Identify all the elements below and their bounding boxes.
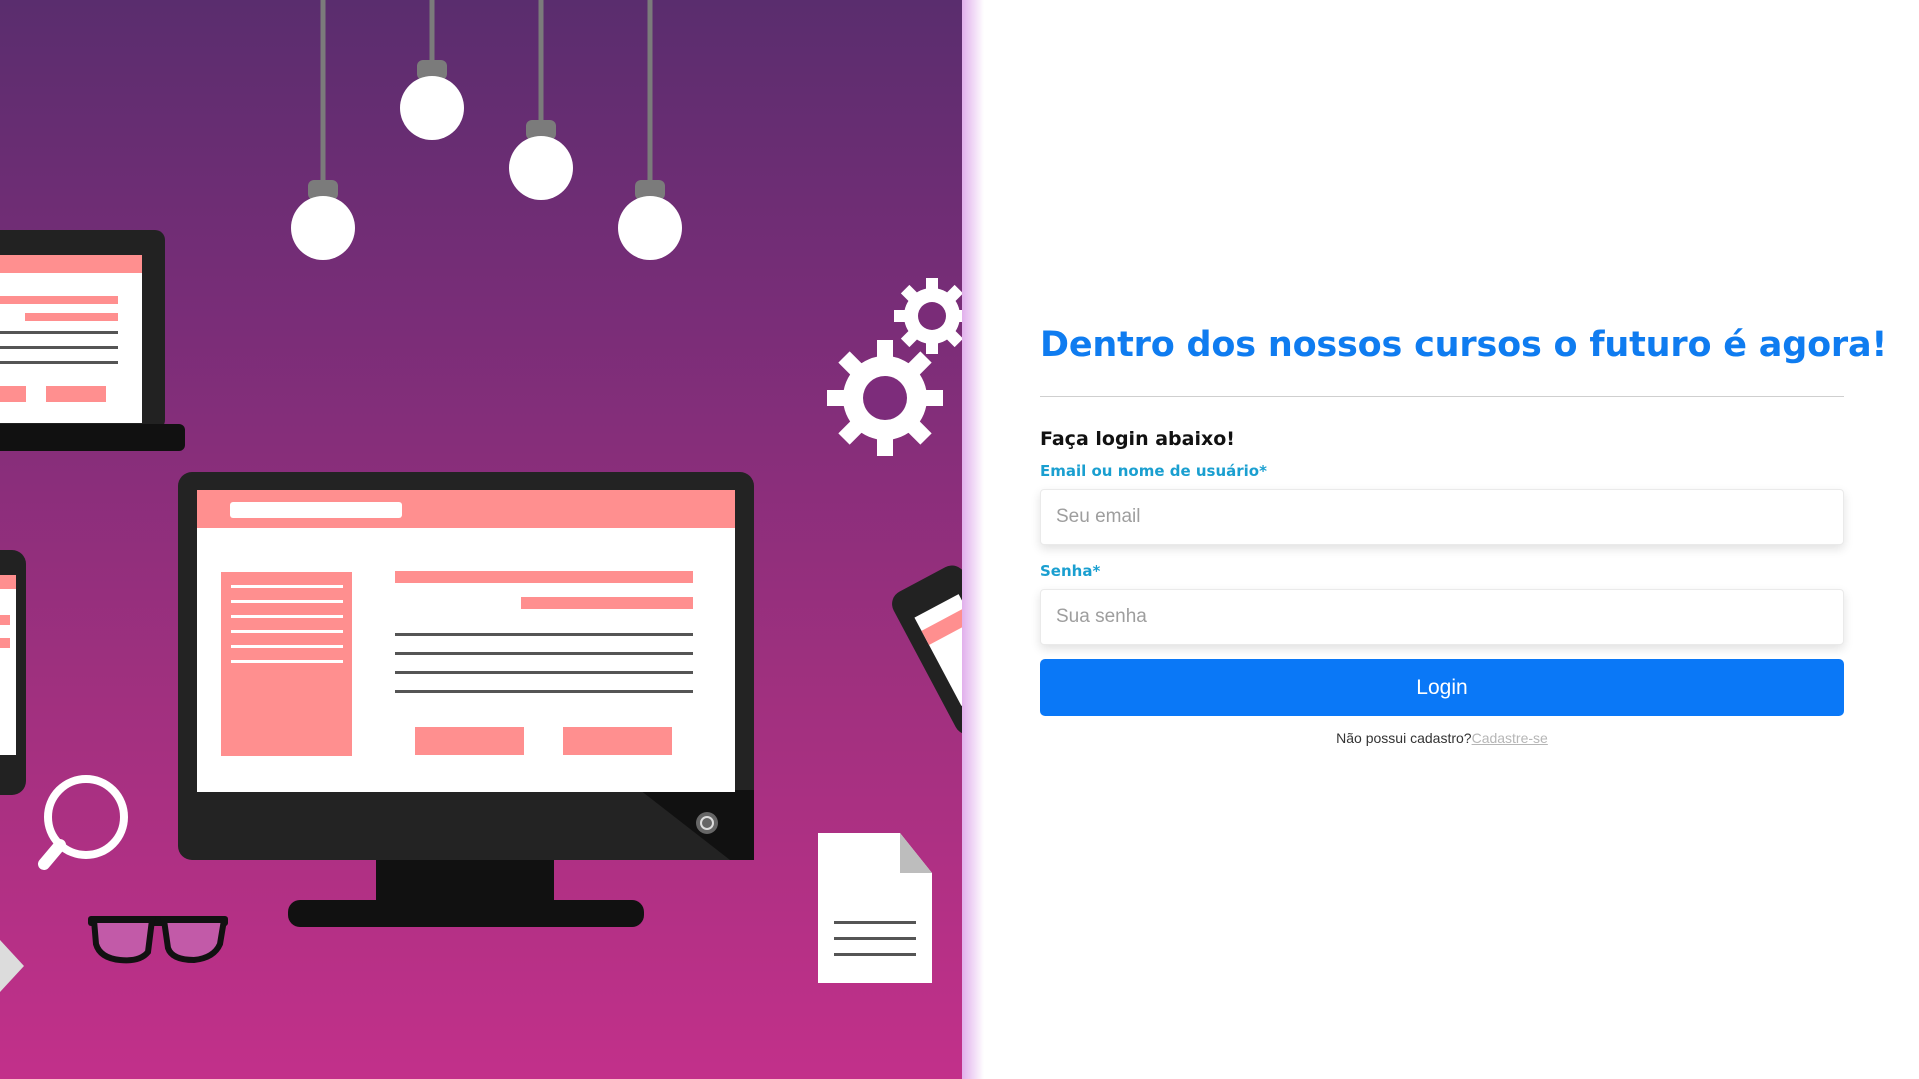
bulb-icon xyxy=(509,0,573,200)
login-button[interactable]: Login xyxy=(1040,659,1844,716)
divider xyxy=(1040,396,1844,397)
hero-art xyxy=(0,0,962,992)
bulb-icon xyxy=(291,0,355,260)
password-label: Senha* xyxy=(1040,562,1101,580)
login-panel: Dentro dos nossos cursos o futuro é agor… xyxy=(1040,318,1888,746)
email-label: Email ou nome de usuário* xyxy=(1040,462,1267,480)
hero-divider-glow xyxy=(962,0,984,1079)
signup-text: Não possui cadastro? xyxy=(1336,730,1472,746)
magnifier-icon xyxy=(38,775,128,870)
password-input[interactable] xyxy=(1040,589,1844,645)
bulb-icon xyxy=(618,0,682,260)
gear-icon xyxy=(894,278,962,354)
gear-icon xyxy=(827,340,943,456)
laptop-icon xyxy=(0,230,185,451)
bulb-icon xyxy=(400,0,464,140)
tablet-icon xyxy=(892,565,962,735)
document-icon xyxy=(818,833,932,983)
hero-illustration xyxy=(0,0,962,1079)
tablet-icon xyxy=(0,550,26,795)
signup-prompt: Não possui cadastro?Cadastre-se xyxy=(1040,730,1844,746)
login-subtitle: Faça login abaixo! xyxy=(1040,428,1235,450)
monitor-icon xyxy=(178,472,754,927)
page-title: Dentro dos nossos cursos o futuro é agor… xyxy=(1040,325,1888,365)
signup-link[interactable]: Cadastre-se xyxy=(1472,730,1548,746)
glasses-icon xyxy=(88,916,228,964)
email-input[interactable] xyxy=(1040,489,1844,545)
shape-icon xyxy=(0,940,24,992)
